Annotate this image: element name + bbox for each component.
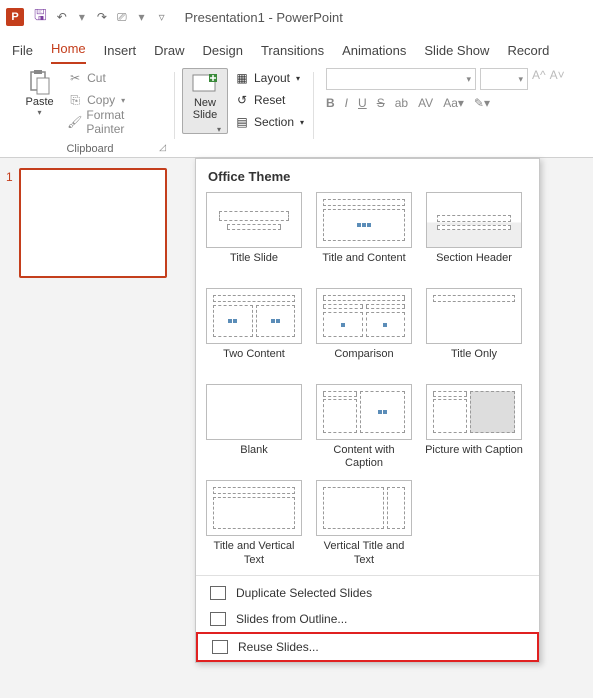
chevron-down-icon: ▾ xyxy=(217,125,221,134)
new-slide-button[interactable]: New Slide ▾ xyxy=(182,68,228,134)
layout-title-vertical-text[interactable]: Title and Vertical Text xyxy=(204,480,304,566)
highlight-button[interactable]: ✎▾ xyxy=(474,96,490,110)
clipboard-group-label: Clipboard xyxy=(10,143,170,155)
new-slide-dropdown: Office Theme Title Slide Title and Conte… xyxy=(195,158,540,663)
brush-icon: 🖌 xyxy=(67,114,82,130)
font-size-select[interactable]: ▾ xyxy=(480,68,528,90)
undo-icon[interactable]: ↶ xyxy=(57,10,67,24)
slide-number: 1 xyxy=(6,170,13,278)
clipboard-launcher-icon[interactable]: ◿ xyxy=(159,142,166,153)
layout-vertical-title-text[interactable]: Vertical Title and Text xyxy=(314,480,414,566)
slide-preview[interactable] xyxy=(19,168,167,278)
layout-blank[interactable]: Blank xyxy=(204,384,304,470)
slide-thumbnail-pane[interactable]: 1 xyxy=(0,158,190,698)
ribbon-tabs: File Home Insert Draw Design Transitions… xyxy=(0,34,593,64)
layout-content-caption[interactable]: Content with Caption xyxy=(314,384,414,470)
tab-draw[interactable]: Draw xyxy=(154,43,184,64)
cut-button[interactable]: ✂Cut xyxy=(65,68,162,88)
copy-button[interactable]: ⎘Copy▾ xyxy=(65,90,162,110)
layout-title-content[interactable]: Title and Content xyxy=(314,192,414,278)
new-slide-icon xyxy=(191,71,219,97)
slides-from-outline-item[interactable]: Slides from Outline... xyxy=(196,606,539,632)
strike-button[interactable]: S xyxy=(377,96,385,110)
group-slides: New Slide ▾ ▦Layout▾ ↺Reset ▤Section▾ xyxy=(179,68,309,157)
shrink-font-icon[interactable]: A˅ xyxy=(550,68,565,90)
layout-button[interactable]: ▦Layout▾ xyxy=(232,68,306,88)
layout-icon: ▦ xyxy=(234,70,250,86)
duplicate-slides-item[interactable]: Duplicate Selected Slides xyxy=(196,580,539,606)
present-icon[interactable]: ⎚ xyxy=(117,10,127,25)
grow-font-icon[interactable]: A^ xyxy=(532,68,546,90)
paste-button[interactable]: Paste ▾ xyxy=(18,68,61,134)
tab-transitions[interactable]: Transitions xyxy=(261,43,324,64)
underline-button[interactable]: U xyxy=(358,96,367,110)
font-family-select[interactable]: ▾ xyxy=(326,68,476,90)
qat-overflow-icon[interactable]: ▿ xyxy=(159,10,165,24)
italic-button[interactable]: I xyxy=(345,96,348,110)
duplicate-icon xyxy=(210,586,226,600)
layout-title-slide[interactable]: Title Slide xyxy=(204,192,304,278)
layout-title-only[interactable]: Title Only xyxy=(424,288,524,374)
paste-icon xyxy=(26,70,54,96)
tab-home[interactable]: Home xyxy=(51,41,86,64)
tab-insert[interactable]: Insert xyxy=(104,43,137,64)
bold-button[interactable]: B xyxy=(326,96,335,110)
reset-icon: ↺ xyxy=(234,92,250,108)
reuse-slides-item[interactable]: Reuse Slides... xyxy=(196,632,539,662)
slide-thumbnail[interactable]: 1 xyxy=(6,168,184,278)
change-case-button[interactable]: Aa▾ xyxy=(443,96,464,110)
group-clipboard: Paste ▾ ✂Cut ⎘Copy▾ 🖌Format Painter Clip… xyxy=(10,68,170,157)
group-font: ▾ ▾ A^ A˅ B I U S ab AV Aa▾ ✎▾ xyxy=(318,68,573,157)
format-painter-button[interactable]: 🖌Format Painter xyxy=(65,112,162,132)
chevron-down-icon: ▾ xyxy=(38,108,42,117)
section-icon: ▤ xyxy=(234,114,250,130)
cut-icon: ✂ xyxy=(67,70,83,86)
title-bar: P 🖫 ↶ ▾ ↷ ⎚ ▾ ▿ Presentation1 - PowerPoi… xyxy=(0,0,593,34)
section-button[interactable]: ▤Section▾ xyxy=(232,112,306,132)
window-title: Presentation1 - PowerPoint xyxy=(185,10,343,25)
dropdown-theme-header: Office Theme xyxy=(196,159,539,188)
layout-picture-caption[interactable]: Picture with Caption xyxy=(424,384,524,470)
chevron-down-icon: ▾ xyxy=(518,74,523,85)
reuse-icon xyxy=(212,640,228,654)
layout-section-header[interactable]: Section Header xyxy=(424,192,524,278)
outline-icon xyxy=(210,612,226,626)
tab-design[interactable]: Design xyxy=(203,43,243,64)
paste-label: Paste xyxy=(25,96,53,108)
tab-record[interactable]: Record xyxy=(507,43,549,64)
save-icon[interactable]: 🖫 xyxy=(34,5,47,30)
text-shadow-button[interactable]: ab xyxy=(395,96,408,110)
copy-icon: ⎘ xyxy=(67,92,83,108)
layout-gallery: Title Slide Title and Content Section He… xyxy=(196,188,539,571)
tab-slideshow[interactable]: Slide Show xyxy=(424,43,489,64)
chevron-down-icon: ▾ xyxy=(466,74,471,85)
tab-file[interactable]: File xyxy=(12,43,33,64)
reset-button[interactable]: ↺Reset xyxy=(232,90,306,110)
layout-comparison[interactable]: Comparison xyxy=(314,288,414,374)
char-spacing-button[interactable]: AV xyxy=(418,96,433,110)
layout-two-content[interactable]: Two Content xyxy=(204,288,304,374)
tab-animations[interactable]: Animations xyxy=(342,43,406,64)
new-slide-label: New Slide xyxy=(193,97,217,121)
ribbon: Paste ▾ ✂Cut ⎘Copy▾ 🖌Format Painter Clip… xyxy=(0,64,593,158)
app-icon: P xyxy=(6,8,24,26)
quick-access-toolbar: 🖫 ↶ ▾ ↷ ⎚ ▾ ▿ xyxy=(34,5,167,30)
redo-icon[interactable]: ↷ xyxy=(97,10,107,24)
